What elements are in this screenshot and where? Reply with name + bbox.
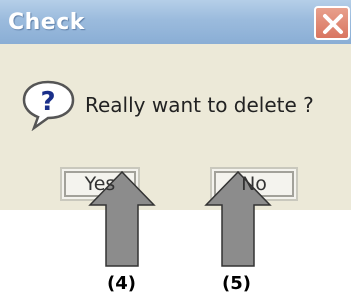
step-4-label: (4)	[107, 273, 136, 294]
question-icon: ?	[22, 80, 75, 131]
close-button[interactable]	[314, 6, 350, 40]
dialog-message: Really want to delete ?	[85, 93, 314, 117]
yes-button-label: Yes	[84, 173, 116, 195]
close-icon	[323, 14, 343, 34]
pointer-arrows	[88, 170, 272, 267]
no-button-label: No	[241, 173, 267, 195]
step-5-label: (5)	[222, 273, 251, 294]
dialog-title: Check	[8, 10, 85, 35]
svg-text:?: ?	[40, 87, 55, 117]
title-bar: Check	[0, 0, 351, 44]
